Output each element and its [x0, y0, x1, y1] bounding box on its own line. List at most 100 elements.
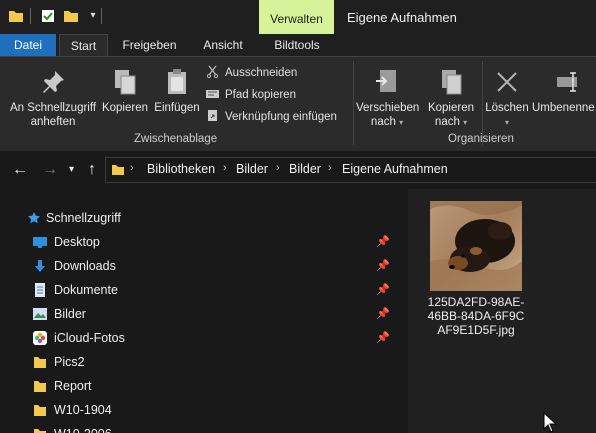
- cut-label: Ausschneiden: [225, 67, 298, 79]
- folder-icon: [34, 357, 46, 368]
- scissors-icon: [206, 65, 219, 78]
- sidebar-item-w10-1904[interactable]: W10-1904: [28, 400, 388, 420]
- folder-icon: [112, 165, 124, 175]
- back-arrow-icon[interactable]: ←: [12, 161, 28, 179]
- folder-icon[interactable]: [8, 8, 24, 24]
- tab-ansicht[interactable]: Ansicht: [192, 34, 254, 56]
- new-folder-icon[interactable]: [63, 8, 79, 24]
- breadcrumb-bibliotheken[interactable]: Bibliotheken: [147, 162, 215, 176]
- sidebar-item-label: Dokumente: [54, 283, 118, 297]
- mouse-cursor-icon: [543, 412, 557, 433]
- sidebar-item-report[interactable]: Report: [28, 376, 388, 396]
- breadcrumb-separator: ›: [130, 162, 134, 174]
- pin-quick-access-button[interactable]: An Schnellzugriff anheften: [4, 67, 102, 129]
- pin-icon: [43, 71, 64, 93]
- pictures-icon: [33, 308, 47, 320]
- tab-verwalten[interactable]: Verwalten: [259, 0, 334, 34]
- group-label-organize: Organisieren: [448, 133, 514, 145]
- dog-photo-thumbnail: [430, 201, 522, 291]
- ribbon: An Schnellzugriff anheften Kopieren Einf…: [0, 56, 596, 151]
- breadcrumb-bilder[interactable]: Bilder: [236, 162, 268, 176]
- pin-label-line1: An Schnellzugriff: [9, 102, 97, 114]
- group-divider: [353, 61, 354, 145]
- sidebar-item-label: W10-1904: [54, 403, 112, 417]
- move-to-label-line1: Verschieben: [356, 102, 420, 114]
- sidebar-item-schnellzugriff[interactable]: Schnellzugriff: [22, 208, 382, 228]
- breadcrumb-separator: ›: [328, 162, 332, 174]
- file-name-line: 125DA2FD-98AE-: [427, 295, 525, 309]
- tab-bildtools[interactable]: Bildtools: [262, 34, 332, 56]
- document-icon: [35, 283, 45, 297]
- pin-icon[interactable]: 📌: [376, 328, 390, 348]
- cut-button[interactable]: Ausschneiden: [206, 65, 297, 81]
- paste-label: Einfügen: [154, 102, 200, 114]
- title-bar: ▾ Verwalten Eigene Aufnahmen: [0, 0, 596, 34]
- sidebar-item-icloud-fotos[interactable]: iCloud-Fotos 📌: [28, 328, 390, 348]
- divider: [30, 8, 31, 24]
- pin-icon[interactable]: 📌: [376, 256, 390, 276]
- sidebar-item-dokumente[interactable]: Dokumente 📌: [28, 280, 390, 300]
- pane-divider[interactable]: [396, 189, 408, 433]
- properties-icon[interactable]: [40, 8, 56, 24]
- file-item-thumbnail[interactable]: [430, 201, 522, 291]
- sidebar-item-label: Schnellzugriff: [46, 211, 121, 225]
- sidebar-item-label: Desktop: [54, 235, 100, 249]
- pin-icon[interactable]: 📌: [376, 232, 390, 252]
- rename-button[interactable]: Umbenenne: [532, 67, 596, 115]
- up-arrow-icon[interactable]: ↑: [88, 161, 96, 179]
- tab-start[interactable]: Start: [59, 34, 108, 56]
- window-title: Eigene Aufnahmen: [347, 10, 457, 25]
- move-to-label-line2: nach: [370, 116, 396, 128]
- copy-path-label: Pfad kopieren: [225, 89, 296, 101]
- delete-label: Löschen: [485, 102, 529, 114]
- forward-arrow-icon[interactable]: →: [42, 161, 58, 179]
- rename-label: Umbenenne: [532, 102, 595, 114]
- star-icon: [28, 212, 40, 224]
- copy-path-icon: [206, 90, 219, 98]
- paste-shortcut-button[interactable]: Verknüpfung einfügen: [206, 109, 337, 125]
- sidebar-item-label: Downloads: [54, 259, 116, 273]
- dropdown-arrow-icon: ▾: [504, 118, 509, 127]
- delete-button[interactable]: Löschen ▾: [484, 67, 530, 130]
- desktop-icon: [33, 237, 47, 248]
- sidebar-item-label: Pics2: [54, 355, 85, 369]
- copy-path-button[interactable]: Pfad kopieren: [206, 87, 296, 103]
- paste-button[interactable]: Einfügen: [151, 67, 203, 115]
- copy-to-label-line1: Kopieren: [427, 102, 475, 114]
- tab-freigeben[interactable]: Freigeben: [112, 34, 187, 56]
- copy-to-icon: [442, 70, 462, 95]
- delete-x-icon: [497, 72, 517, 92]
- sidebar-item-label: Report: [54, 379, 92, 393]
- sidebar-item-label: W10-2006: [54, 424, 112, 433]
- pin-icon[interactable]: 📌: [376, 304, 390, 324]
- sidebar-item-downloads[interactable]: Downloads 📌: [28, 256, 390, 276]
- copy-to-button[interactable]: Kopieren nach ▾: [423, 67, 479, 130]
- file-name-label[interactable]: 125DA2FD-98AE- 46BB-84DA-6F9C AF9E1D5F.j…: [424, 295, 528, 337]
- divider: [101, 8, 102, 24]
- rename-icon: [557, 72, 577, 92]
- icloud-photos-icon: [33, 331, 47, 345]
- recent-locations-chevron-icon[interactable]: ▾: [69, 161, 74, 179]
- paste-icon: [168, 69, 186, 94]
- breadcrumb-eigene-aufnahmen[interactable]: Eigene Aufnahmen: [342, 162, 448, 176]
- sidebar-item-pics2[interactable]: Pics2: [28, 352, 388, 372]
- copy-button[interactable]: Kopieren: [101, 67, 149, 115]
- sidebar-item-label: Bilder: [54, 307, 86, 321]
- pin-icon[interactable]: 📌: [376, 280, 390, 300]
- folder-icon: [34, 429, 46, 433]
- customize-quick-access-icon[interactable]: ▾: [85, 8, 101, 24]
- dropdown-arrow-icon: ▾: [399, 118, 404, 127]
- sidebar-item-w10-2006[interactable]: W10-2006: [28, 424, 388, 433]
- pin-label-line2: anheften: [30, 116, 76, 128]
- sidebar-item-desktop[interactable]: Desktop 📌: [28, 232, 390, 252]
- move-to-icon: [376, 70, 396, 92]
- ribbon-tabs: Datei Start Freigeben Ansicht Bildtools: [0, 34, 596, 56]
- move-to-button[interactable]: Verschieben nach ▾: [356, 67, 420, 130]
- download-arrow-icon: [35, 260, 45, 272]
- breadcrumb-bilder-2[interactable]: Bilder: [289, 162, 321, 176]
- sidebar-item-bilder[interactable]: Bilder 📌: [28, 304, 390, 324]
- tab-datei[interactable]: Datei: [0, 34, 56, 56]
- dropdown-arrow-icon: ▾: [463, 118, 468, 127]
- breadcrumb-separator: ›: [276, 162, 280, 174]
- copy-label: Kopieren: [101, 102, 149, 114]
